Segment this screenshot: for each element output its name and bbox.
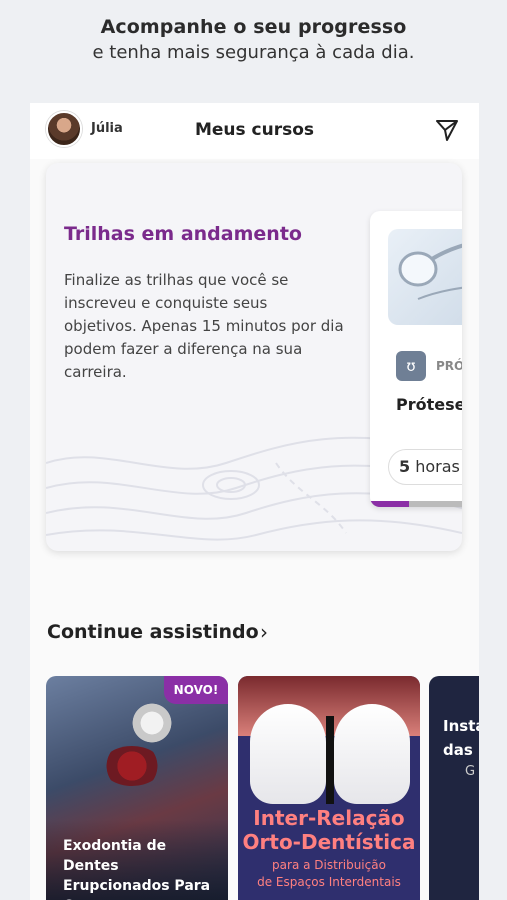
video-title: Exodontia de Dentes Erupcionados Para Co… [63, 838, 211, 900]
diastema [326, 716, 334, 804]
tooth-image-left [250, 704, 326, 804]
tooth-icon: ʊ [396, 351, 426, 381]
surgery-image [102, 746, 162, 786]
app-screen: Júlia Meus cursos Trilhas em andamento F… [30, 103, 479, 900]
page-title: Meus cursos [194, 120, 315, 140]
video-title: Inter-Relação Orto-Dentística [242, 806, 416, 854]
trails-title: Trilhas em andamento [64, 223, 302, 245]
dental-mirror-image [388, 229, 462, 325]
dental-mirror-icon [398, 243, 462, 300]
top-bar: Júlia Meus cursos [30, 103, 479, 159]
promo-header: Acompanhe o seu progresso e tenha mais s… [0, 16, 507, 63]
video-title: Insta das F [443, 717, 479, 759]
promo-headline: Acompanhe o seu progresso [100, 16, 407, 38]
tooth-image [132, 698, 172, 748]
course-progress-bar [370, 501, 462, 507]
trails-description: Finalize as trilhas que você se inscreve… [64, 271, 344, 381]
video-card-partial[interactable]: Insta das F G [429, 676, 479, 900]
video-card-inter-relacao[interactable]: Inter-Relação Orto-Dentística para a Dis… [238, 676, 420, 900]
course-hours: 5 horas [388, 449, 462, 485]
video-card-exodontia[interactable]: NOVO! Exodontia de Dentes Erupcionados P… [46, 676, 228, 900]
tooth-image-right [334, 704, 410, 804]
promo-subline: e tenha mais segurança à cada dia. [92, 42, 415, 63]
course-hours-number: 5 [399, 457, 411, 476]
trails-card[interactable]: Trilhas em andamento Finalize as trilhas… [46, 163, 462, 551]
video-subtitle: para a Distribuição de Espaços Interdent… [257, 858, 401, 889]
course-category: PRÓ [436, 359, 462, 373]
continue-watching-title[interactable]: Continue assistindo [47, 621, 259, 643]
course-hours-unit: horas [410, 457, 460, 476]
new-badge: NOVO! [164, 676, 228, 704]
chevron-right-icon[interactable]: › [260, 620, 268, 644]
video-subtitle: G [465, 764, 476, 779]
course-name: Prótese [396, 395, 462, 414]
send-icon[interactable] [434, 117, 460, 143]
course-progress-fill [370, 501, 409, 507]
course-card-protese[interactable]: ʊ PRÓ Prótese 5 horas [370, 211, 462, 507]
